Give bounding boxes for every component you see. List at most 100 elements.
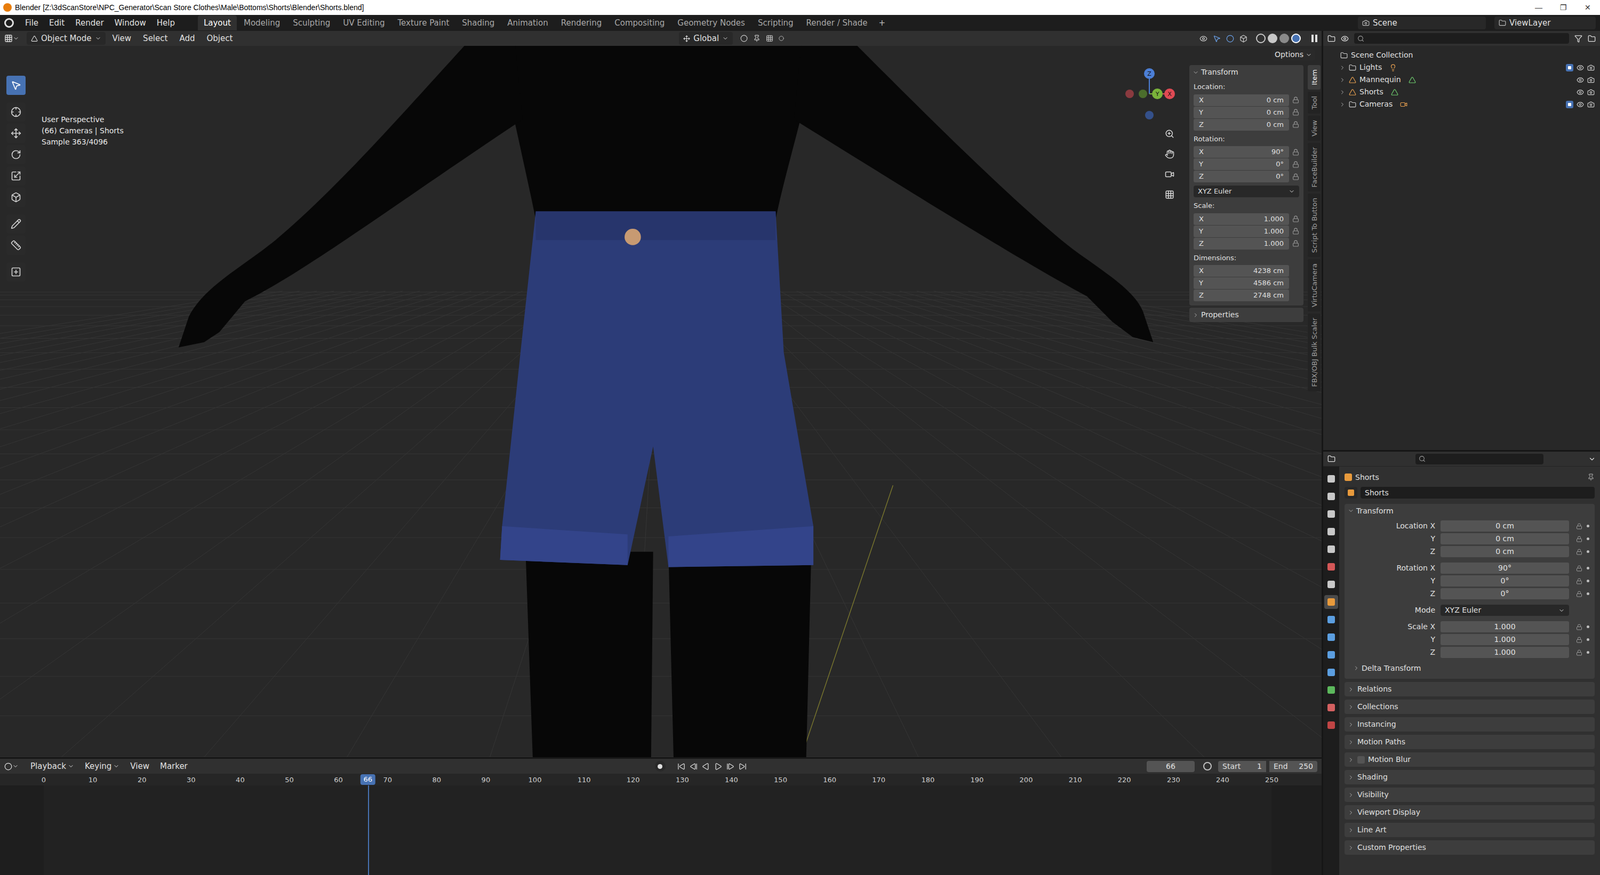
properties-tab[interactable] [1324, 489, 1339, 504]
properties-tab[interactable] [1324, 612, 1339, 627]
play-reverse-icon[interactable] [701, 762, 710, 771]
nav-button[interactable] [1161, 146, 1178, 163]
outliner-row[interactable]: Scene Collection [1323, 49, 1600, 62]
panel-header[interactable]: Transform [1344, 504, 1595, 518]
lock-icon[interactable] [1576, 523, 1583, 530]
sidebar-tab[interactable]: Item [1307, 65, 1321, 90]
outliner-row[interactable]: Mannequin [1323, 73, 1600, 86]
sidebar-tab[interactable]: Tool [1307, 91, 1321, 114]
workspace-tab[interactable]: Animation [501, 15, 554, 31]
number-field[interactable]: X1.000 [1193, 213, 1290, 226]
subpanel-header[interactable]: Delta Transform [1344, 661, 1595, 675]
workspace-tab[interactable]: Rendering [555, 15, 608, 31]
keyframe-dot-icon[interactable] [1586, 592, 1590, 596]
display-mode-icon[interactable] [1340, 34, 1349, 43]
preview-range-icon[interactable] [1203, 762, 1212, 771]
number-field[interactable]: Y0 cm [1193, 106, 1290, 119]
visibility-icon[interactable] [1199, 34, 1208, 43]
new-collection-icon[interactable] [1587, 34, 1596, 43]
pin-icon[interactable] [1587, 473, 1595, 482]
collapsed-icon[interactable] [1347, 721, 1355, 728]
properties-tab[interactable] [1324, 700, 1339, 715]
workspace-tab[interactable]: Compositing [608, 15, 671, 31]
timeline-menu[interactable]: Playback [26, 760, 79, 773]
collapsed-icon[interactable] [1192, 312, 1199, 319]
property-field[interactable]: 0 cm [1440, 533, 1570, 545]
panel-header[interactable]: Instancing [1344, 717, 1595, 732]
keyframe-dot-icon[interactable] [1586, 638, 1590, 642]
workspace-tab[interactable]: Shading [456, 15, 501, 31]
current-frame-field[interactable]: 66 [1146, 761, 1195, 773]
blender-menu-icon[interactable] [4, 18, 14, 28]
render-icon[interactable] [1587, 100, 1595, 109]
keyframe-dot-icon[interactable] [1586, 579, 1590, 583]
collapsed-icon[interactable] [1347, 704, 1355, 711]
properties-tab[interactable] [1324, 595, 1339, 610]
property-field[interactable]: 1.000 [1440, 646, 1570, 659]
options-dropdown[interactable]: Options [1271, 49, 1316, 61]
panel-header[interactable]: Custom Properties [1344, 840, 1595, 855]
menu-item[interactable]: Help [152, 16, 180, 31]
collapsed-icon[interactable] [1339, 89, 1346, 96]
viewport-menu[interactable]: Object [201, 32, 238, 45]
menu-item[interactable]: File [20, 16, 44, 31]
lock-icon[interactable] [1292, 148, 1300, 156]
number-field[interactable]: Y4586 cm [1193, 277, 1290, 290]
pivot-icon[interactable] [740, 34, 748, 43]
property-field[interactable]: 1.000 [1440, 621, 1570, 633]
material-shading-icon[interactable] [1279, 33, 1290, 44]
lock-icon[interactable] [1576, 565, 1583, 572]
rotation-mode-dropdown[interactable]: XYZ Euler [1193, 185, 1300, 198]
play-icon[interactable] [714, 762, 723, 771]
object-name-field[interactable]: Shorts [1360, 486, 1595, 499]
number-field[interactable]: Z0° [1193, 170, 1290, 183]
collapsed-icon[interactable] [1347, 774, 1355, 781]
workspace-tab[interactable]: Layout [197, 15, 237, 31]
lock-icon[interactable] [1576, 636, 1583, 644]
property-field[interactable]: 1.000 [1440, 634, 1570, 646]
number-field[interactable]: X90° [1193, 146, 1290, 158]
tool-button[interactable] [6, 235, 26, 255]
orientation-dropdown[interactable]: Global [678, 32, 733, 46]
render-icon[interactable] [1587, 64, 1595, 72]
prev-keyframe-icon[interactable] [689, 762, 698, 771]
viewport-menu[interactable]: View [107, 32, 137, 45]
render-icon[interactable] [1587, 88, 1595, 96]
lock-icon[interactable] [1292, 121, 1300, 128]
expanded-icon[interactable] [1192, 69, 1199, 76]
editor-type-icon[interactable] [1327, 454, 1336, 463]
properties-tab[interactable] [1324, 524, 1339, 539]
menu-item[interactable]: Window [109, 16, 151, 31]
panel-header[interactable]: Visibility [1344, 787, 1595, 803]
properties-tab[interactable] [1324, 683, 1339, 698]
snap-icon[interactable] [753, 34, 761, 43]
lock-icon[interactable] [1292, 240, 1300, 247]
workspace-tab[interactable]: Geometry Nodes [671, 15, 751, 31]
jump-start-icon[interactable] [677, 762, 686, 771]
timeline-tracks[interactable] [0, 785, 1322, 875]
panel-header[interactable]: Viewport Display [1344, 805, 1595, 820]
pause-render-icon[interactable] [1311, 34, 1318, 43]
panel-header[interactable]: Shading [1344, 770, 1595, 785]
tool-button[interactable] [6, 145, 26, 165]
properties-tab[interactable] [1324, 560, 1339, 574]
lock-icon[interactable] [1292, 96, 1300, 104]
timeline-menu[interactable]: Marker [155, 760, 192, 773]
keyframe-dot-icon[interactable] [1586, 651, 1590, 654]
panel-header[interactable]: Transform [1189, 65, 1304, 80]
properties-tab[interactable] [1324, 630, 1339, 645]
panel-header[interactable]: Relations [1344, 682, 1595, 697]
property-field[interactable]: 0 cm [1440, 546, 1570, 558]
property-field[interactable]: 90° [1440, 562, 1570, 574]
menu-item[interactable]: Render [70, 16, 109, 31]
tool-button[interactable] [6, 123, 26, 143]
sidebar-tab[interactable]: FaceBuilder [1307, 142, 1321, 192]
panel-header[interactable]: Motion Blur [1344, 752, 1595, 767]
lock-icon[interactable] [1292, 108, 1300, 116]
exclude-checkbox[interactable] [1565, 64, 1574, 72]
properties-tab[interactable] [1324, 577, 1339, 592]
collapsed-icon[interactable] [1339, 101, 1346, 108]
number-field[interactable]: Z0 cm [1193, 118, 1290, 131]
collapsed-icon[interactable] [1347, 792, 1355, 799]
proportional-icon[interactable] [778, 35, 784, 42]
